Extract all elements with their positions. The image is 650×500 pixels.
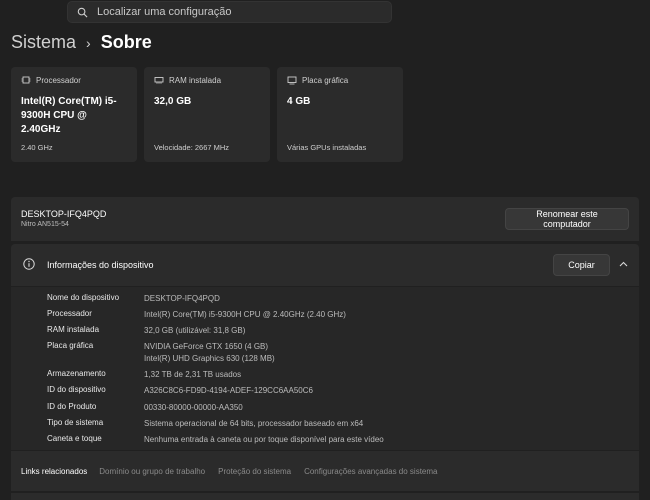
spec-value: Sistema operacional de 64 bits, processa… bbox=[144, 419, 364, 428]
spec-value: 32,0 GB (utilizável: 31,8 GB) bbox=[144, 326, 246, 335]
spec-key: Nome do dispositivo bbox=[47, 293, 120, 302]
chevron-up-icon[interactable] bbox=[619, 261, 628, 267]
device-name: DESKTOP-IFQ4PQD bbox=[21, 209, 107, 219]
spec-value: 1,32 TB de 2,31 TB usados bbox=[144, 370, 242, 379]
spec-row: ID do dispositivo A326C8C6-FD9D-4194-ADE… bbox=[47, 385, 313, 397]
spec-value: Nenhuma entrada à caneta ou por toque di… bbox=[144, 435, 384, 444]
graphics-card-icon bbox=[287, 76, 297, 85]
breadcrumb-separator: › bbox=[86, 34, 91, 51]
next-section-strip bbox=[11, 493, 639, 500]
spec-row: Caneta e toque Nenhuma entrada à caneta … bbox=[47, 434, 384, 446]
card-sub: 2.40 GHz bbox=[21, 143, 53, 152]
card-label: Processador bbox=[36, 75, 81, 85]
spec-key: Processador bbox=[47, 309, 92, 318]
spec-value-multiline: NVIDIA GeForce GTX 1650 (4 GB) Intel(R) … bbox=[144, 341, 275, 365]
spec-row: Placa gráfica NVIDIA GeForce GTX 1650 (4… bbox=[47, 341, 275, 365]
rename-computer-button[interactable]: Renomear este computador bbox=[505, 208, 629, 230]
device-info-title: Informações do dispositivo bbox=[47, 260, 154, 270]
page-title: Sobre bbox=[100, 32, 152, 52]
spec-row: Tipo de sistema Sistema operacional de 6… bbox=[47, 418, 363, 430]
card-sub: Várias GPUs instaladas bbox=[287, 143, 367, 152]
ram-card: RAM instalada 32,0 GB Velocidade: 2667 M… bbox=[144, 67, 270, 162]
related-links-label: Links relacionados bbox=[21, 466, 88, 476]
link-domain-workgroup[interactable]: Domínio ou grupo de trabalho bbox=[99, 467, 205, 476]
spec-value-secondary: Intel(R) UHD Graphics 630 (128 MB) bbox=[144, 354, 275, 363]
card-value: Intel(R) Core(TM) i5-9300H CPU @ 2.40GHz bbox=[21, 96, 117, 135]
spec-row: RAM instalada 32,0 GB (utilizável: 31,8 … bbox=[47, 325, 245, 337]
device-info-header[interactable]: Informações do dispositivo Copiar bbox=[11, 244, 639, 286]
search-icon bbox=[77, 7, 88, 17]
spec-key: ID do dispositivo bbox=[47, 385, 106, 394]
breadcrumb: Sistema › Sobre bbox=[11, 32, 152, 53]
link-advanced-settings[interactable]: Configurações avançadas do sistema bbox=[304, 467, 437, 476]
breadcrumb-parent[interactable]: Sistema bbox=[11, 32, 76, 53]
copy-button[interactable]: Copiar bbox=[553, 254, 610, 276]
spec-row: Nome do dispositivo DESKTOP-IFQ4PQD bbox=[47, 293, 220, 305]
ram-icon bbox=[154, 77, 164, 84]
spec-row: Processador Intel(R) Core(TM) i5-9300H C… bbox=[47, 309, 346, 321]
related-links-bar: Links relacionados Domínio ou grupo de t… bbox=[11, 451, 639, 491]
device-name-row: DESKTOP-IFQ4PQD Nitro AN515-54 Renomear … bbox=[11, 197, 639, 241]
spec-row: ID do Produto 00330-80000-00000-AA350 bbox=[47, 402, 243, 414]
graphics-card: Placa gráfica 4 GB Várias GPUs instalada… bbox=[277, 67, 403, 162]
search-input[interactable] bbox=[95, 5, 379, 19]
spec-value: DESKTOP-IFQ4PQD bbox=[144, 294, 220, 303]
spec-value: 00330-80000-00000-AA350 bbox=[144, 403, 243, 412]
processor-card: Processador Intel(R) Core(TM) i5-9300H C… bbox=[11, 67, 137, 162]
info-icon bbox=[23, 258, 35, 270]
card-value: 32,0 GB bbox=[154, 96, 192, 107]
card-label: RAM instalada bbox=[169, 75, 222, 85]
spec-row: Armazenamento 1,32 TB de 2,31 TB usados bbox=[47, 369, 241, 381]
card-sub: Velocidade: 2667 MHz bbox=[154, 143, 230, 152]
spec-key: Placa gráfica bbox=[47, 341, 94, 350]
spec-value: A326C8C6-FD9D-4194-ADEF-129CC6AA50C6 bbox=[144, 386, 313, 395]
spec-value: NVIDIA GeForce GTX 1650 (4 GB) bbox=[144, 342, 269, 351]
spec-key: ID do Produto bbox=[47, 402, 97, 411]
card-label: Placa gráfica bbox=[302, 75, 349, 85]
spec-value: Intel(R) Core(TM) i5-9300H CPU @ 2.40GHz… bbox=[144, 310, 346, 319]
link-system-protection[interactable]: Proteção do sistema bbox=[218, 467, 291, 476]
card-value: 4 GB bbox=[287, 96, 311, 107]
spec-key: Tipo de sistema bbox=[47, 418, 104, 427]
processor-icon bbox=[21, 76, 31, 84]
device-model: Nitro AN515-54 bbox=[21, 221, 69, 228]
spec-key: RAM instalada bbox=[47, 325, 100, 334]
spec-key: Armazenamento bbox=[47, 369, 106, 378]
search-box[interactable] bbox=[67, 1, 392, 23]
device-info-body: Nome do dispositivo DESKTOP-IFQ4PQD Proc… bbox=[11, 287, 639, 450]
spec-key: Caneta e toque bbox=[47, 434, 102, 443]
